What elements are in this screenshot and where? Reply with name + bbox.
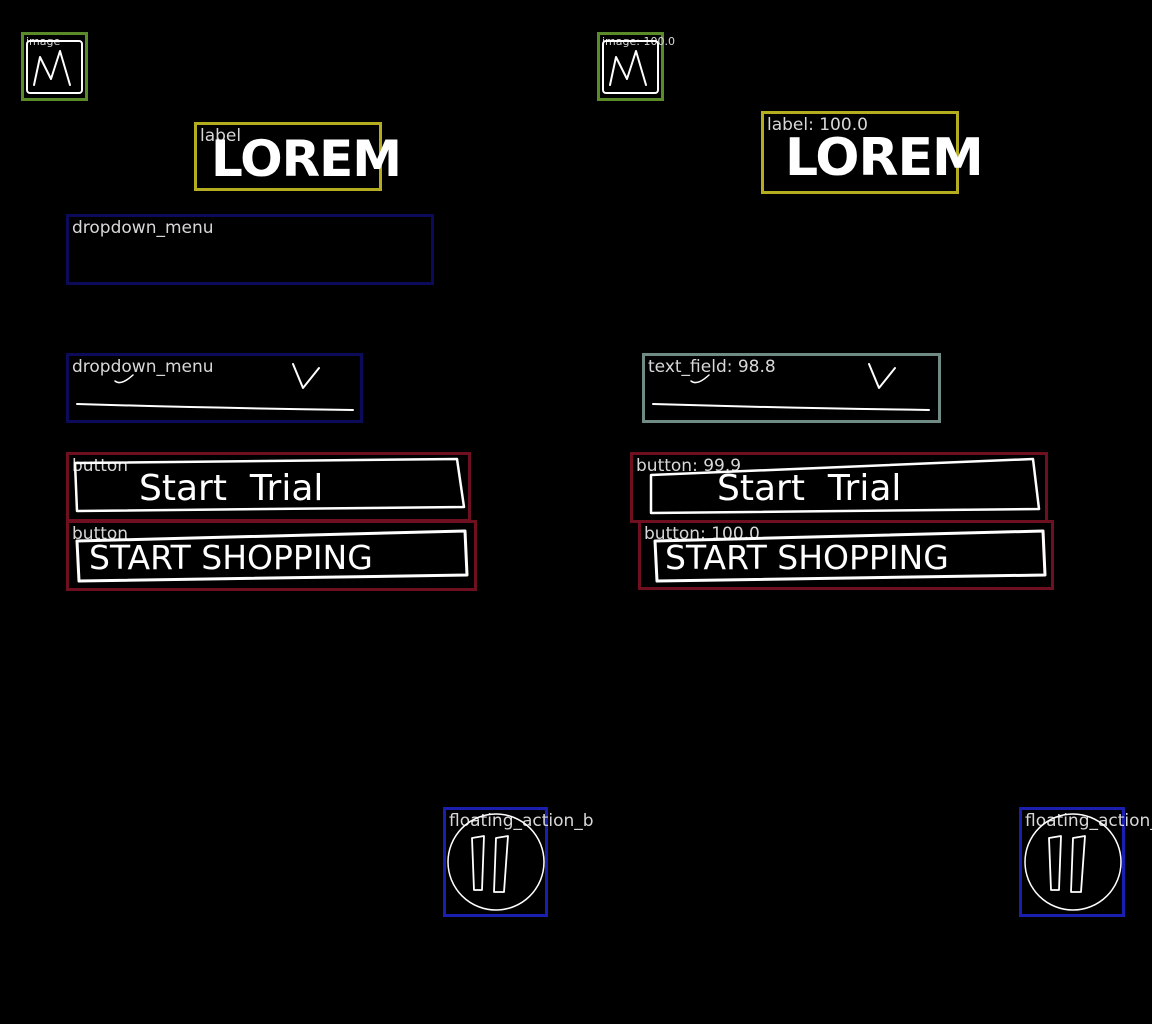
pause-icon (447, 813, 545, 911)
right-floating-action-button[interactable]: floating_action_b (1019, 807, 1152, 917)
left-start-shopping-button[interactable]: button START SHOPPING (66, 520, 477, 591)
left-dropdown-menu-1[interactable]: dropdown_menu (66, 214, 434, 285)
right-start-trial-button[interactable]: button: 99.9 Start Trial (630, 452, 1048, 523)
right-start-shopping-button[interactable]: button: 100.0 START SHOPPING (638, 520, 1054, 590)
right-image-box: image: 100.0 (597, 32, 675, 101)
chevron-down-icon (652, 363, 930, 411)
pause-icon (1024, 813, 1122, 911)
left-button-2-label: START SHOPPING (89, 538, 373, 577)
right-label-text: LOREM (785, 128, 984, 188)
left-dropdown-menu-2[interactable]: dropdown_menu (66, 353, 363, 423)
left-dropdown-1-tag: dropdown_menu (72, 218, 214, 238)
canvas: image label LOREM dropdown_menu dropdown… (0, 0, 1152, 1024)
left-image-box: image (21, 32, 88, 101)
right-button-1-label: Start Trial (717, 468, 902, 509)
left-label-box: label LOREM (194, 122, 402, 191)
chevron-down-icon (76, 363, 354, 411)
right-text-field[interactable]: text_field: 98.8 (642, 353, 941, 423)
right-label-box: label: 100.0 LOREM (761, 111, 984, 194)
left-button-1-label: Start Trial (139, 468, 324, 509)
mountain-icon (602, 40, 659, 94)
mountain-icon (26, 40, 83, 94)
right-button-2-label: START SHOPPING (665, 538, 949, 577)
left-floating-action-button[interactable]: floating_action_b (443, 807, 594, 917)
left-label-text: LOREM (211, 130, 402, 188)
left-start-trial-button[interactable]: button Start Trial (66, 452, 471, 522)
